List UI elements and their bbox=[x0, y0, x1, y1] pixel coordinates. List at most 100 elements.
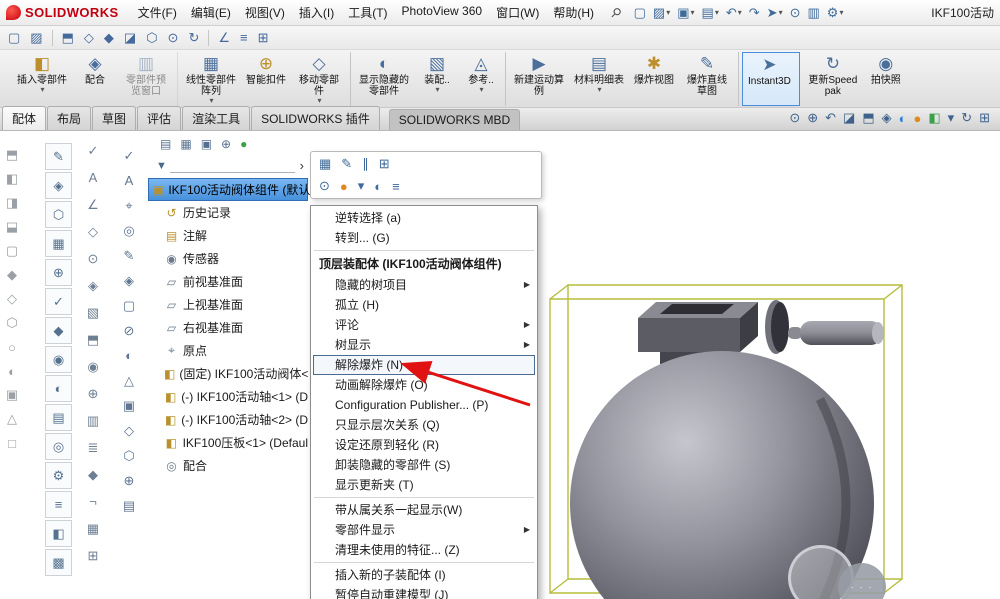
filter-funnel-icon[interactable]: ▼ bbox=[156, 160, 167, 172]
command-toolbar-a-icon-6[interactable]: ◆ bbox=[45, 317, 72, 344]
command-toolbar-b-icon-3[interactable]: ◇ bbox=[80, 218, 106, 245]
tree-item[interactable]: ▱右视基准面 bbox=[148, 316, 308, 339]
annotation-toolbar-icon-12[interactable]: ⬡ bbox=[116, 443, 142, 468]
command-toolbar-b-icon-2[interactable]: ∠ bbox=[80, 191, 106, 218]
left-view-toolbar-icon-6[interactable]: ◇ bbox=[2, 287, 22, 311]
rebuild-icon[interactable]: ⊙ bbox=[787, 3, 804, 23]
context-menu-item[interactable]: Configuration Publisher... (P) bbox=[311, 395, 537, 415]
redo-icon[interactable]: ↷ bbox=[746, 3, 763, 23]
menubar-item[interactable]: 帮助(H) bbox=[546, 1, 601, 24]
tab-4[interactable]: 渲染工具 bbox=[182, 106, 250, 130]
instant3d-button[interactable]: ➤Instant3D bbox=[742, 52, 800, 106]
tree-item[interactable]: ▣IKF100活动阀体组件 (默认<默认> bbox=[148, 178, 308, 201]
tab-2[interactable]: 草图 bbox=[92, 106, 136, 130]
context-menu-item[interactable]: 只显示层次关系 (Q) bbox=[311, 415, 537, 435]
command-toolbar-a-icon-7[interactable]: ◉ bbox=[45, 346, 72, 373]
tree-item[interactable]: ◎配合 bbox=[148, 454, 308, 477]
insert-tool-icon[interactable]: ⊞ bbox=[254, 28, 273, 48]
command-toolbar-a-icon-14[interactable]: ▩ bbox=[45, 549, 72, 576]
tab-5[interactable]: SOLIDWORKS 插件 bbox=[251, 106, 380, 130]
configuration-manager-tab-icon[interactable]: ▣ bbox=[201, 137, 212, 151]
mate-icon[interactable]: ∥ bbox=[362, 156, 369, 172]
command-toolbar-a-icon-8[interactable]: ◐ bbox=[45, 375, 72, 402]
tab-6[interactable]: SOLIDWORKS MBD bbox=[389, 109, 520, 130]
context-menu-item[interactable]: 零部件显示▶ bbox=[311, 520, 537, 540]
reference-geometry-button[interactable]: ◬参考..▾ bbox=[460, 52, 506, 106]
explode-line-sketch-button[interactable]: ✎爆炸直线草图 bbox=[679, 52, 739, 106]
insert-component-icon[interactable]: ⊞ bbox=[379, 156, 390, 172]
view-orientation-icon[interactable]: ⬒ bbox=[862, 110, 874, 126]
command-toolbar-a-icon-0[interactable]: ✎ bbox=[45, 143, 72, 170]
zoom-tool-icon[interactable]: ⊙ bbox=[164, 28, 183, 48]
left-view-toolbar-icon-0[interactable]: ⬒ bbox=[2, 143, 22, 167]
menubar-item[interactable]: 窗口(W) bbox=[489, 1, 546, 24]
command-toolbar-a-icon-3[interactable]: ▦ bbox=[45, 230, 72, 257]
file-properties-icon[interactable]: ▥ bbox=[804, 3, 822, 23]
command-toolbar-a-icon-11[interactable]: ⚙ bbox=[45, 462, 72, 489]
insert-components-button[interactable]: ◧插入零部件▾ bbox=[12, 52, 72, 106]
tree-item[interactable]: ▱前视基准面 bbox=[148, 270, 308, 293]
section-view-icon[interactable]: ◪ bbox=[843, 110, 855, 126]
command-toolbar-b-icon-8[interactable]: ◉ bbox=[80, 353, 106, 380]
context-menu-item[interactable]: 清理未使用的特征... (Z) bbox=[311, 540, 537, 560]
edit-feature-icon[interactable]: ✎ bbox=[341, 156, 352, 172]
menubar-item[interactable]: 编辑(E) bbox=[184, 1, 238, 24]
left-view-toolbar-icon-1[interactable]: ◧ bbox=[2, 167, 22, 191]
feature-manager-tab-icon[interactable]: ▤ bbox=[160, 137, 171, 151]
gasket-disc-part[interactable] bbox=[765, 300, 789, 354]
show-hidden-components-button[interactable]: ◐显示隐藏的零部件 bbox=[354, 52, 414, 106]
tree-item[interactable]: ↺历史记录 bbox=[148, 201, 308, 224]
left-view-toolbar-icon-11[interactable]: △ bbox=[2, 407, 22, 431]
select-icon[interactable]: ➤▾ bbox=[764, 3, 786, 23]
hide-component-icon[interactable]: ◐ bbox=[374, 179, 382, 194]
pin-menu-icon[interactable]: ⚲ bbox=[607, 3, 625, 21]
section-view-icon[interactable]: ◪ bbox=[120, 28, 140, 48]
command-toolbar-b-icon-10[interactable]: ▥ bbox=[80, 407, 106, 434]
context-menu-item[interactable]: 动画解除爆炸 (O) bbox=[311, 375, 537, 395]
context-menu-item[interactable]: 卸装隐藏的零部件 (S) bbox=[311, 455, 537, 475]
mate-button[interactable]: ◈配合 bbox=[72, 52, 118, 106]
shaded-display-icon[interactable]: ◆ bbox=[100, 28, 118, 48]
annotation-toolbar-icon-13[interactable]: ⊕ bbox=[116, 468, 142, 493]
open-recent-icon[interactable]: ▨ bbox=[26, 28, 46, 48]
tab-0[interactable]: 配体 bbox=[2, 106, 46, 130]
left-view-toolbar-icon-9[interactable]: ◐ bbox=[2, 359, 22, 383]
left-view-toolbar-icon-8[interactable]: ○ bbox=[2, 335, 22, 359]
rotate-tool-icon[interactable]: ↻ bbox=[184, 28, 203, 48]
command-toolbar-b-icon-13[interactable]: ¬ bbox=[80, 488, 106, 515]
context-menu-item[interactable]: 转到... (G) bbox=[311, 228, 537, 248]
command-toolbar-b-icon-14[interactable]: ▦ bbox=[80, 515, 106, 542]
annotation-toolbar-icon-5[interactable]: ◈ bbox=[116, 268, 142, 293]
move-component-button[interactable]: ◇移动零部件▾ bbox=[291, 52, 351, 106]
command-toolbar-a-icon-4[interactable]: ⊕ bbox=[45, 259, 72, 286]
options-icon[interactable]: ⚙▾ bbox=[824, 3, 847, 23]
pin-part[interactable] bbox=[788, 321, 884, 345]
menubar-item[interactable]: 插入(I) bbox=[292, 1, 341, 24]
command-toolbar-a-icon-10[interactable]: ◎ bbox=[45, 433, 72, 460]
view-settings-icon[interactable]: ▾ bbox=[948, 110, 955, 126]
property-manager-tab-icon[interactable]: ▦ bbox=[180, 137, 191, 151]
measure-icon[interactable]: ∠ bbox=[214, 28, 234, 48]
annotation-toolbar-icon-2[interactable]: ⌖ bbox=[116, 193, 142, 218]
tab-3[interactable]: 评估 bbox=[137, 106, 181, 130]
annotation-toolbar-icon-11[interactable]: ◇ bbox=[116, 418, 142, 443]
left-view-toolbar-icon-4[interactable]: ▢ bbox=[2, 239, 22, 263]
left-view-toolbar-icon-7[interactable]: ⬡ bbox=[2, 311, 22, 335]
edit-assembly-icon[interactable]: ▦ bbox=[319, 156, 331, 172]
linear-pattern-button[interactable]: ▦线性零部件阵列▾ bbox=[181, 52, 241, 106]
context-menu-item[interactable]: 孤立 (H) bbox=[311, 295, 537, 315]
update-speedpak-button[interactable]: ↻更新Speedpak bbox=[803, 52, 863, 106]
command-toolbar-b-icon-5[interactable]: ◈ bbox=[80, 272, 106, 299]
command-toolbar-b-icon-7[interactable]: ⬒ bbox=[80, 326, 106, 353]
more-commands-icon[interactable]: ≡ bbox=[392, 179, 400, 194]
menubar-item[interactable]: 文件(F) bbox=[131, 1, 184, 24]
orientation-icon[interactable]: ⬡ bbox=[142, 28, 161, 48]
smart-fasteners-button[interactable]: ⊕智能扣件 bbox=[241, 52, 291, 106]
annotation-toolbar-icon-6[interactable]: ▢ bbox=[116, 293, 142, 318]
undo-icon[interactable]: ↶▾ bbox=[723, 3, 745, 23]
context-menu-item[interactable]: 逆转选择 (a) bbox=[311, 208, 537, 228]
bill-of-materials-button[interactable]: ▤材料明细表▾ bbox=[569, 52, 629, 106]
edit-appearance-icon[interactable]: ● bbox=[914, 111, 922, 126]
dimxpert-manager-tab-icon[interactable]: ⊕ bbox=[221, 137, 231, 151]
command-toolbar-a-icon-1[interactable]: ◈ bbox=[45, 172, 72, 199]
